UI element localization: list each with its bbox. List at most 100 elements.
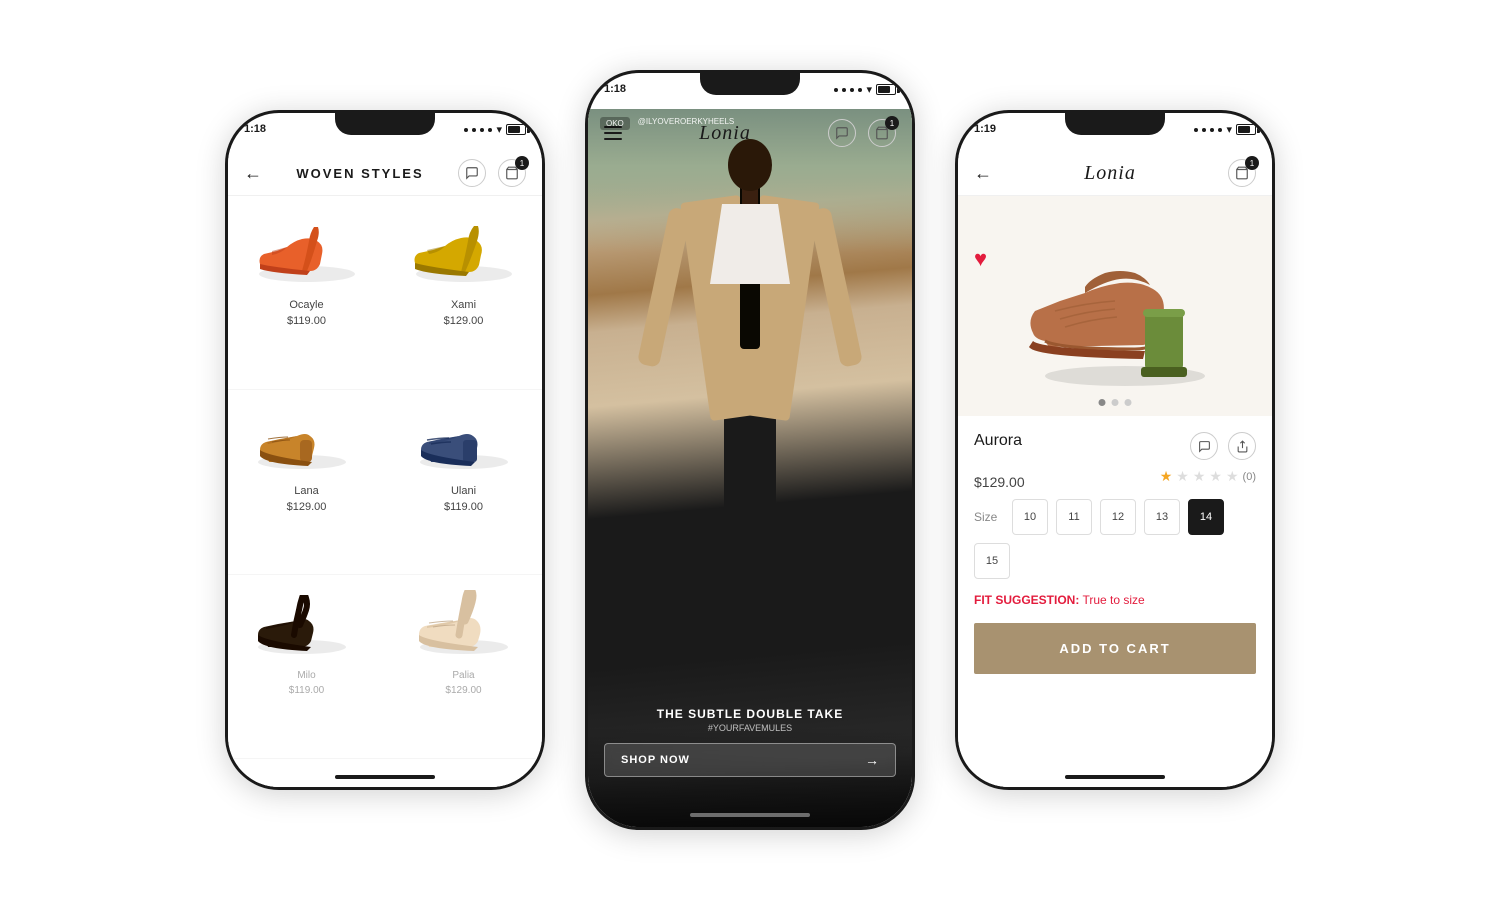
product-detail-top: Aurora [974,432,1256,460]
header-icons: 1 [828,119,896,147]
product-xami-image [409,216,519,291]
phone2-home-indicator [690,813,810,817]
size-10[interactable]: 10 [1012,499,1048,535]
dot4 [488,128,492,132]
phone3-screen: ← Lonia 1 ♥ [958,149,1272,787]
dot2 [842,88,846,92]
back-button[interactable]: ← [244,164,262,182]
image-carousel-dots [1099,399,1132,406]
share-icon[interactable] [1228,432,1256,460]
products-grid: Ocayle $119.00 Xami $129.00 [228,196,542,767]
favorite-icon[interactable]: ♥ [974,246,987,272]
arrow-icon: → [865,752,879,768]
star-2: ★ [1176,468,1189,485]
product-lana-image [252,402,362,477]
cart-icon[interactable]: 1 [1228,159,1256,187]
product-ulani-image [409,402,519,477]
dot2 [1202,128,1206,132]
product-ocayle-image [252,216,362,291]
wifi-icon: ▾ [496,123,502,136]
product-ocayle[interactable]: Ocayle $119.00 [228,204,385,390]
shop-now-bar[interactable]: SHOP NOW → [604,743,896,777]
phone2-status-icons: ▾ [834,79,896,96]
review-count: (0) [1243,471,1256,483]
chat-icon[interactable] [458,159,486,187]
person-figure [670,139,830,699]
dot4 [858,88,862,92]
hero-bg: OKO @ILYOVEROERKYHEELS [588,109,912,827]
phone2-content: OKO @ILYOVEROERKYHEELS [588,109,912,827]
cart-badge: 1 [885,116,899,130]
product-item6-image [409,587,519,662]
size-13[interactable]: 13 [1144,499,1180,535]
battery-icon [876,84,896,95]
product-ulani[interactable]: Ulani $119.00 [385,390,542,576]
phone-3: 1:19 ▾ ← Lonia [955,110,1275,790]
battery-fill [508,126,520,133]
size-14[interactable]: 14 [1188,499,1224,535]
cart-badge: 1 [515,156,529,170]
product-lana-name: Lana [294,485,318,497]
product-xami-price: $129.00 [444,315,484,327]
size-11[interactable]: 11 [1056,499,1092,535]
fit-suggestion-value: True to size [1082,593,1144,607]
chat-icon[interactable] [1190,432,1218,460]
cart-badge: 1 [1245,156,1259,170]
dot3 [850,88,854,92]
product-xami-name: Xami [451,299,476,311]
wifi-icon: ▾ [1226,123,1232,136]
product-shoe-image [1005,221,1225,391]
signal-dots [1194,128,1222,132]
add-to-cart-button[interactable]: ADD TO CART [974,623,1256,674]
phone2-status-bar: 1:18 ▾ [588,73,912,109]
ham-line-3 [604,138,622,140]
dot1 [464,128,468,132]
fit-suggestion-label: FIT SUGGESTION: [974,593,1079,607]
cart-icon[interactable]: 1 [498,159,526,187]
phone-2: 1:18 ▾ [585,70,915,830]
product-lana-price: $129.00 [287,501,327,513]
page-title: WOVEN STYLES [296,166,423,181]
star-4: ★ [1209,468,1222,485]
chat-icon[interactable] [828,119,856,147]
stars-row: ★ ★ ★ ★ ★ (0) [1160,468,1256,485]
brand-logo: Lonia [1084,162,1136,185]
dot-3[interactable] [1125,399,1132,406]
dot4 [1218,128,1222,132]
product-detail-price: $129.00 [974,474,1025,490]
dot1 [1194,128,1198,132]
dot-1[interactable] [1099,399,1106,406]
size-15[interactable]: 15 [974,543,1010,579]
product-ulani-price: $119.00 [444,501,483,513]
phone1-notch [335,113,435,135]
phone3-home-bar [958,767,1272,787]
size-label: Size [974,510,1004,524]
battery-icon [1236,124,1256,135]
back-button[interactable]: ← [974,164,992,182]
phone2-screen: Lonia 1 [588,109,912,827]
phone2-notch [700,73,800,95]
tag-oko: OKO [600,117,630,130]
hero-title: THE SUBTLE DOUBLE TAKE [604,707,896,721]
product-ocayle-name: Ocayle [289,299,323,311]
home-indicator [1065,775,1165,779]
product-item5[interactable]: Milo $119.00 [228,575,385,759]
product-lana[interactable]: Lana $129.00 [228,390,385,576]
phone1-status-icons: ▾ [464,119,526,136]
product-ulani-name: Ulani [451,485,476,497]
price-row: $129.00 ★ ★ ★ ★ ★ (0) [974,468,1256,499]
dot-2[interactable] [1112,399,1119,406]
cart-icon[interactable]: 1 [868,119,896,147]
dot3 [1210,128,1214,132]
size-12[interactable]: 12 [1100,499,1136,535]
product-item6-name: Palia [452,670,474,681]
home-indicator [335,775,435,779]
product-item6[interactable]: Palia $129.00 [385,575,542,759]
phone3-header: ← Lonia 1 [958,149,1272,196]
header-icons: 1 [458,159,526,187]
product-xami[interactable]: Xami $129.00 [385,204,542,390]
phones-container: 1:18 ▾ ← WOVEN STYLES [0,0,1500,900]
hero-bottom-content: THE SUBTLE DOUBLE TAKE #YOURFAVEMULES SH… [588,707,912,777]
phone3-status-icons: ▾ [1194,119,1256,136]
phone2-header: Lonia 1 [588,109,912,155]
